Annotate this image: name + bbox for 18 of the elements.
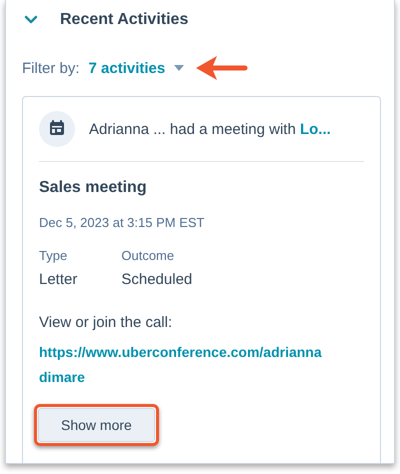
call-link[interactable]: https://www.uberconference.com/adriannadimare <box>39 340 329 390</box>
activity-timestamp: Dec 5, 2023 at 3:15 PM EST <box>39 215 206 230</box>
activity-summary: Adrianna ... had a meeting with Lo... <box>89 120 331 138</box>
filter-label: Filter by: <box>22 60 80 76</box>
body-text: View or join the call: <box>39 314 174 331</box>
field-value: Letter <box>39 271 78 288</box>
field-label: Outcome <box>121 248 176 263</box>
show-more-button[interactable]: Show more <box>38 408 155 442</box>
arrow-icon <box>195 55 250 81</box>
chevron-icon[interactable] <box>24 15 38 25</box>
field-label: Type <box>39 248 68 263</box>
caret-icon[interactable] <box>173 64 186 72</box>
field-value: Scheduled <box>121 271 192 288</box>
filter-dropdown[interactable]: 7 activities <box>88 60 186 76</box>
activity-title: Sales meeting <box>39 179 148 197</box>
calendar-icon <box>39 111 75 147</box>
contact-link[interactable]: Lo... <box>300 120 331 138</box>
section-title: Recent Activities <box>60 11 188 29</box>
